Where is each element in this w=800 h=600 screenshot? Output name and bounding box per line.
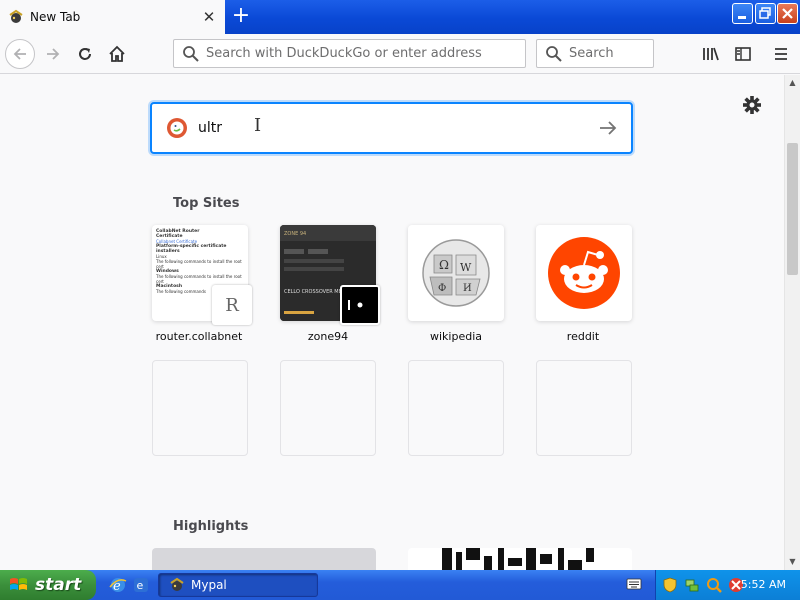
page-search-box[interactable]: ultr I: [150, 102, 633, 154]
svg-text:И: И: [463, 283, 472, 294]
windows-flag-icon: [10, 578, 27, 590]
zone94-icon: [348, 300, 363, 310]
svg-text:e: e: [137, 579, 144, 592]
text-cursor-icon: I: [254, 115, 262, 136]
restore-button[interactable]: [755, 3, 776, 24]
email-client-icon[interactable]: e: [131, 575, 151, 595]
highlights-heading: Highlights: [173, 519, 249, 534]
gear-icon[interactable]: [741, 94, 763, 116]
scroll-down-arrow-icon[interactable]: ▼: [785, 554, 800, 570]
empty-top-site-slot: [408, 360, 504, 456]
url-bar[interactable]: [173, 39, 526, 68]
security-shield-icon[interactable]: [662, 577, 678, 593]
taskbar-item-mypal[interactable]: Mypal: [158, 573, 318, 597]
taskbar: start e e Mypal 5:52 AM: [0, 570, 800, 600]
url-input[interactable]: [206, 46, 525, 61]
thumbnail-text: Platform-specific certificate installers: [156, 244, 227, 254]
empty-top-site-slot: [280, 360, 376, 456]
scroll-up-arrow-icon[interactable]: ▲: [785, 75, 800, 91]
clock: 5:52 AM: [740, 578, 786, 591]
sidebar-icon: [735, 47, 751, 61]
search-icon: [546, 45, 562, 62]
duckduckgo-icon: [167, 118, 187, 138]
tab-new-tab[interactable]: New Tab ✕: [0, 0, 225, 34]
top-sites-heading: Top Sites: [173, 196, 240, 211]
reddit-logo-icon: [548, 237, 620, 309]
svg-text:W: W: [460, 261, 472, 274]
thumbnail-text: The following commands to install the ro…: [156, 259, 242, 269]
search-icon: [183, 45, 199, 62]
sidebar-button[interactable]: [728, 39, 758, 69]
scroll-thumb[interactable]: [787, 143, 798, 275]
menu-button[interactable]: [766, 39, 796, 69]
minimize-button[interactable]: [732, 3, 753, 24]
keyboard-icon[interactable]: [626, 577, 642, 591]
taskbar-item-label: Mypal: [191, 578, 227, 592]
page-search-value[interactable]: ultr: [198, 120, 222, 136]
home-icon: [109, 45, 125, 62]
top-site-label[interactable]: reddit: [519, 330, 647, 343]
top-site-label[interactable]: zone94: [264, 330, 392, 343]
wikipedia-globe-icon: Ω W Ф И: [422, 239, 490, 307]
system-tray: 5:52 AM: [655, 570, 800, 600]
library-button[interactable]: [696, 39, 726, 69]
forward-button[interactable]: [38, 39, 68, 69]
vertical-scrollbar[interactable]: ▲ ▼: [784, 75, 800, 570]
svg-text:Ω: Ω: [439, 258, 449, 272]
mypal-favicon-icon: [170, 577, 184, 591]
highlight-card[interactable]: [408, 548, 632, 570]
close-window-button[interactable]: [777, 3, 798, 24]
highlight-card[interactable]: [152, 548, 376, 570]
forward-arrow-icon: [47, 48, 60, 60]
back-button[interactable]: [5, 39, 35, 69]
highlight-thumbnail: [442, 548, 594, 570]
library-icon: [703, 47, 719, 61]
top-site-label[interactable]: wikipedia: [392, 330, 520, 343]
network-icon[interactable]: [684, 577, 700, 593]
new-tab-button[interactable]: +: [229, 5, 253, 29]
start-label: start: [35, 575, 82, 595]
tab-strip: New Tab ✕ +: [0, 0, 800, 34]
search-input[interactable]: [569, 46, 653, 61]
zone94-brand: ZONE 94: [284, 231, 306, 237]
reload-icon: [79, 48, 91, 60]
search-bar[interactable]: [536, 39, 654, 68]
top-site-label[interactable]: router.collabnet: [135, 330, 263, 343]
tab-close-icon[interactable]: ✕: [199, 7, 219, 27]
search-tray-icon[interactable]: [706, 577, 722, 593]
back-arrow-icon: [13, 48, 26, 60]
thumbnail-text: The following commands to install the ro…: [156, 274, 242, 284]
home-button[interactable]: [102, 39, 132, 69]
reload-button[interactable]: [70, 39, 100, 69]
mypal-favicon-icon: [9, 9, 23, 23]
site-icon-badge: [340, 285, 380, 325]
site-letter-badge: R: [212, 285, 252, 325]
tab-title: New Tab: [30, 10, 81, 24]
hamburger-menu-icon: [775, 48, 787, 60]
top-site-tile[interactable]: [536, 225, 632, 321]
empty-top-site-slot: [536, 360, 632, 456]
new-tab-page: ultr I Top Sites CollabNet Router Certif…: [0, 75, 784, 570]
svg-text:Ф: Ф: [438, 283, 446, 294]
start-button[interactable]: start: [0, 570, 96, 600]
empty-top-site-slot: [152, 360, 248, 456]
top-site-tile[interactable]: Ω W Ф И: [408, 225, 504, 321]
go-arrow-icon[interactable]: [597, 117, 619, 139]
navigation-toolbar: [0, 34, 800, 74]
internet-explorer-icon[interactable]: e: [108, 575, 128, 595]
